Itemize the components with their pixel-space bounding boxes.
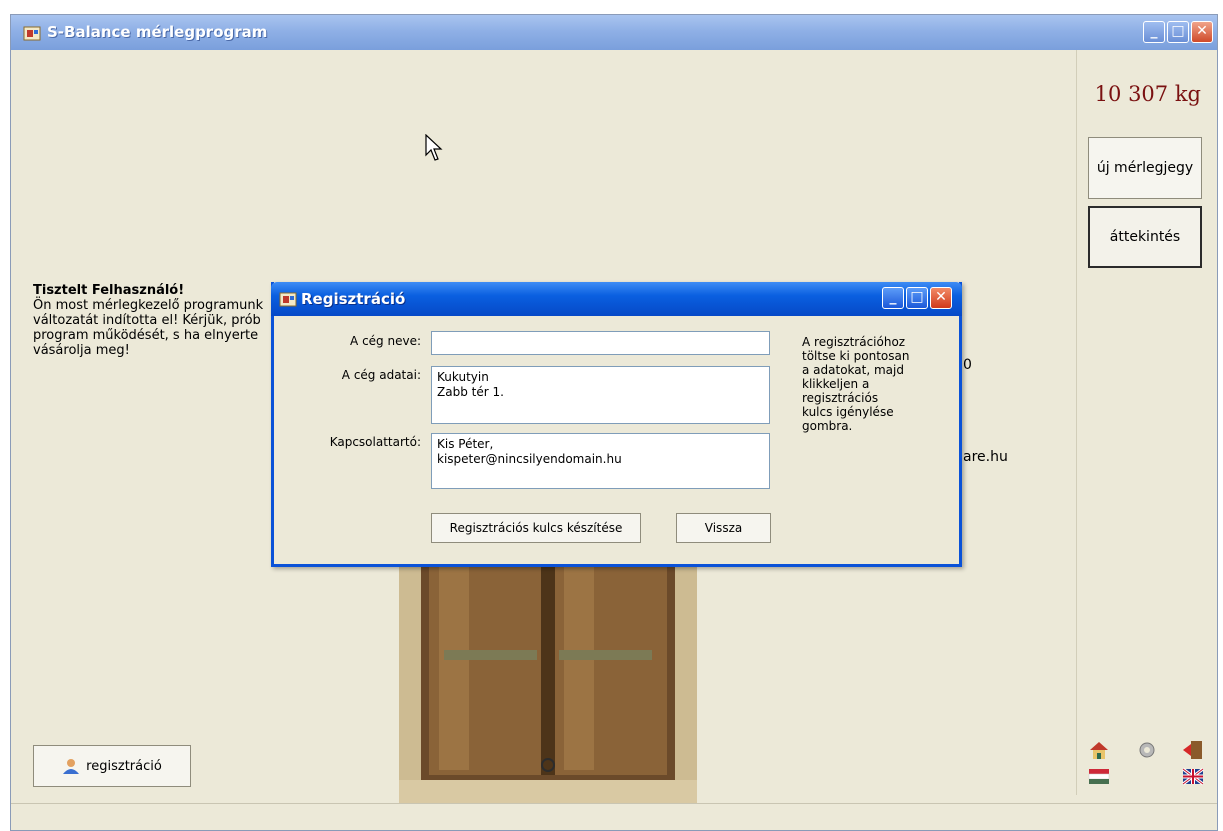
intro-heading: Tisztelt Felhasználó! [33,283,185,298]
main-title: S-Balance mérlegprogram [47,23,268,41]
main-titlebar[interactable]: S-Balance mérlegprogram _ □ ✕ [11,15,1217,50]
background-text-fragment: 0 [963,357,972,373]
company-data-label: A cég adatai: [341,368,421,382]
registration-dialog: Regisztráció _ □ ✕ A cég neve: A cég ada… [271,282,962,567]
weight-display: 10 307 kg [1094,82,1201,106]
door-image [399,565,697,803]
contact-label: Kapcsolattartó: [329,435,421,449]
status-bar [11,803,1217,830]
app-icon [23,26,41,41]
home-icon[interactable] [1088,740,1110,760]
user-icon [63,759,80,774]
maximize-button[interactable]: □ [1167,21,1189,43]
side-separator [1076,50,1077,795]
intro-line: vásárolja meg! [33,343,130,358]
background-text-fragment: are.hu [963,449,1008,465]
dialog-close-button[interactable]: ✕ [930,287,952,309]
generate-key-button[interactable]: Regisztrációs kulcs készítése [431,513,641,543]
exit-icon[interactable] [1182,740,1204,760]
company-name-label: A cég neve: [350,334,421,348]
uk-flag-icon[interactable] [1182,766,1204,786]
back-button[interactable]: Vissza [676,513,771,543]
app-icon [279,292,297,307]
company-name-input[interactable] [431,331,770,355]
dialog-minimize-button[interactable]: _ [882,287,904,309]
dialog-hint-text: A regisztrációhoz töltse ki pontosan a a… [802,335,910,433]
overview-button[interactable]: áttekintés [1088,206,1202,268]
mouse-cursor-icon [425,134,443,161]
hungarian-flag-icon[interactable] [1088,766,1110,786]
intro-line: Ön most mérlegkezelő programunk [33,298,264,313]
intro-line: program működését, s ha elnyerte [33,328,259,343]
minimize-button[interactable]: _ [1143,21,1165,43]
intro-line: változatát indította el! Kérjük, prób [33,313,261,328]
contact-input[interactable]: Kis Péter, kispeter@nincsilyendomain.hu [431,433,770,489]
close-button[interactable]: ✕ [1191,21,1213,43]
registration-button[interactable]: regisztráció [33,745,191,787]
dialog-title: Regisztráció [301,290,406,308]
company-data-input[interactable]: Kukutyin Zabb tér 1. [431,366,770,424]
dialog-titlebar[interactable]: Regisztráció _ □ ✕ [271,282,962,316]
new-ticket-button[interactable]: új mérlegjegy [1088,137,1202,199]
gear-icon[interactable] [1136,740,1158,760]
dialog-maximize-button[interactable]: □ [906,287,928,309]
registration-button-label: regisztráció [86,758,162,774]
intro-text: Tisztelt Felhasználó! Ön most mérlegkeze… [33,283,283,358]
bottom-icons [1088,740,1208,790]
